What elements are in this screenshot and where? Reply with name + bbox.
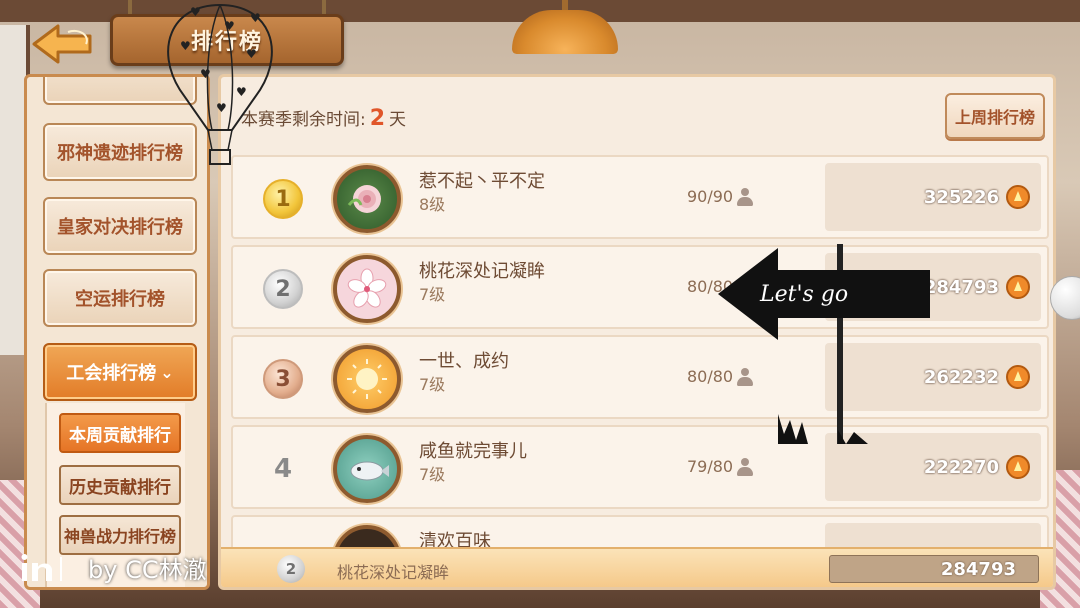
- rose-icon: [333, 165, 401, 233]
- season-remaining: 本赛季剩余时间: 2 天: [241, 105, 406, 131]
- chevron-down-icon: ⌄: [160, 362, 174, 382]
- submenu-beast-power[interactable]: 神兽战力排行榜: [59, 515, 181, 555]
- my-rank-medal: 2: [277, 555, 305, 583]
- ceiling-lamp: [512, 0, 618, 56]
- my-guild-name: 桃花深处记凝眸: [337, 563, 450, 582]
- rank-medal-silver: 2: [263, 269, 303, 309]
- my-score-box: 284793: [829, 555, 1039, 583]
- laurel-icon: [1006, 455, 1030, 479]
- season-days: 2: [369, 106, 386, 131]
- in-logo-icon: [21, 553, 62, 581]
- back-arrow-icon: [32, 24, 92, 64]
- title-plaque: 排行榜: [110, 14, 344, 66]
- laurel-icon: [1006, 275, 1030, 299]
- guild-name: 一世、成约: [419, 351, 509, 372]
- season-unit: 天: [389, 110, 407, 130]
- lets-go-sign-doodle: [718, 244, 930, 444]
- guild-name: 咸鱼就完事儿: [419, 441, 527, 462]
- sidebar-item-label: 空运排行榜: [75, 289, 165, 310]
- submenu-history-contribution[interactable]: 历史贡献排行: [59, 465, 181, 505]
- guild-level: 7级: [419, 375, 446, 394]
- rank-number: 4: [273, 454, 293, 484]
- guild-name: 惹不起丶平不定: [419, 171, 545, 192]
- season-label: 本赛季剩余时间:: [241, 110, 366, 130]
- table-row[interactable]: 1 惹不起丶平不定 8级 90/90 325226: [231, 155, 1049, 239]
- person-icon: [737, 457, 754, 476]
- sign-text: Let's go: [760, 282, 849, 307]
- sidebar-item-label: 皇家对决排行榜: [57, 217, 183, 238]
- score-box: 325226: [825, 163, 1041, 231]
- my-guild-score: 284793: [940, 559, 1016, 580]
- sidebar-item-label: 邪神遗迹排行榜: [57, 143, 183, 164]
- rank-medal-gold: 1: [263, 179, 303, 219]
- watermark: by CC林澈: [20, 550, 207, 585]
- watermark-text: by CC林澈: [88, 556, 207, 584]
- sidebar-item-guild[interactable]: 工会排行榜 ⌄: [43, 343, 197, 401]
- page-title: 排行榜: [190, 30, 263, 55]
- person-icon: [737, 187, 754, 206]
- rank-medal-bronze: 3: [263, 359, 303, 399]
- fish-icon: [333, 435, 401, 503]
- laurel-icon: [1006, 365, 1030, 389]
- back-button[interactable]: [28, 22, 98, 66]
- member-count: 90/90: [687, 187, 754, 206]
- guild-level: 7级: [419, 285, 446, 304]
- guild-score: 325226: [923, 187, 999, 208]
- guild-name: 桃花深处记凝眸: [419, 261, 545, 282]
- sidebar-item-label: 工会排行榜: [66, 363, 157, 384]
- sidebar-item-partial[interactable]: [43, 77, 197, 105]
- guild-level: 7级: [419, 465, 446, 484]
- laurel-icon: [1006, 185, 1030, 209]
- ranking-category-sidebar: 邪神遗迹排行榜 皇家对决排行榜 空运排行榜 工会排行榜 ⌄ 本周贡献排行 历史贡…: [24, 74, 210, 590]
- guild-level: 8级: [419, 195, 446, 214]
- sidebar-item-airlift[interactable]: 空运排行榜: [43, 269, 197, 327]
- sidebar-item-evil-ruins[interactable]: 邪神遗迹排行榜: [43, 123, 197, 181]
- guild-score: 222270: [923, 457, 999, 478]
- member-count: 79/80: [687, 457, 754, 476]
- my-guild-rank-bar: 2 桃花深处记凝眸 284793: [221, 547, 1053, 587]
- sidebar-item-royal-duel[interactable]: 皇家对决排行榜: [43, 197, 197, 255]
- last-week-ranking-button[interactable]: 上周排行榜: [945, 93, 1045, 139]
- submenu-weekly-contribution[interactable]: 本周贡献排行: [59, 413, 181, 453]
- sun-icon: [333, 345, 401, 413]
- sakura-icon: [333, 255, 401, 323]
